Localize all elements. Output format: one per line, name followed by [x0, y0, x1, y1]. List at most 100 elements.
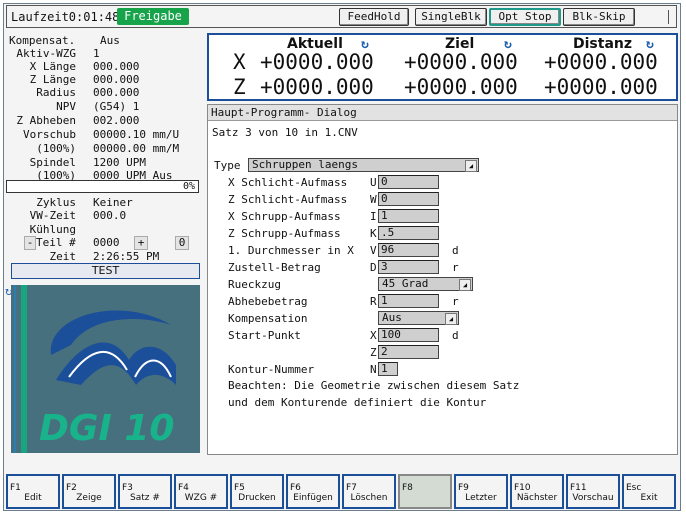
fkey-code: F11 — [570, 483, 587, 493]
z-schlicht-label: Z Schlicht-Aufmass — [228, 193, 348, 206]
z-laenge-value: 000.000 — [93, 73, 140, 86]
z-abheben-label: Z Abheben — [16, 114, 76, 127]
note-line-1: Beachten: Die Geometrie zwischen diesem … — [228, 379, 520, 392]
kompensation-select[interactable]: Aus ◢ — [378, 311, 459, 325]
radius-label: Radius — [36, 86, 76, 99]
f6-einfuegen-button[interactable]: F6 Einfügen — [286, 474, 340, 509]
teil-plus-button[interactable]: + — [134, 236, 148, 250]
teil-label: Teil # — [36, 236, 76, 249]
field-letter: W — [370, 193, 377, 206]
zyklus-value: Keiner — [93, 196, 133, 209]
fkey-code: F1 — [10, 483, 21, 493]
test-button[interactable]: TEST — [11, 263, 200, 279]
unit-label: d — [452, 329, 459, 342]
x-schrupp-label: X Schrupp-Aufmass — [228, 210, 341, 223]
fkey-label: Löschen — [350, 493, 388, 503]
vw-zeit-label: VW-Zeit — [29, 209, 76, 222]
z-ziel-value: +0000.000 — [404, 75, 518, 99]
teil-value: 0000 — [93, 236, 120, 249]
x-schlicht-input[interactable]: 0 — [378, 175, 439, 189]
f9-letzter-button[interactable]: F9 Letzter — [454, 474, 508, 509]
satz-info: Satz 3 von 10 in 1.CNV — [212, 126, 358, 139]
esc-exit-button[interactable]: Esc Exit — [622, 474, 676, 509]
f7-loeschen-button[interactable]: F7 Löschen — [342, 474, 396, 509]
fkey-code: F5 — [234, 483, 245, 493]
field-letter: K — [370, 227, 377, 240]
fkey-code: F9 — [458, 483, 469, 493]
radius-value: 000.000 — [93, 86, 140, 99]
f4-wzg-button[interactable]: F4 WZG # — [174, 474, 228, 509]
spindel-label: Spindel — [29, 156, 76, 169]
type-select[interactable]: Schruppen laengs ◢ — [248, 158, 479, 172]
durchmesser-input[interactable]: 96 — [378, 243, 439, 257]
kompensat-label: Kompensat. — [9, 34, 76, 47]
start-x-input[interactable]: 100 — [378, 328, 439, 342]
status-badge: Freigabe — [117, 8, 189, 25]
f3-satz-button[interactable]: F3 Satz # — [118, 474, 172, 509]
abhebe-input[interactable]: 1 — [378, 294, 439, 308]
aktiv-wzg-value: 1 — [93, 47, 100, 60]
fkey-label: Exit — [640, 493, 658, 503]
durchmesser-label: 1. Durchmesser in X — [228, 244, 354, 257]
f11-vorschau-button[interactable]: F11 Vorschau — [566, 474, 620, 509]
fkey-label: Zeige — [76, 493, 102, 503]
runtime-display: Laufzeit0:01:48 — [11, 10, 120, 24]
z-schlicht-input[interactable]: 0 — [378, 192, 439, 206]
f10-naechster-button[interactable]: F10 Nächster — [510, 474, 564, 509]
rueckzug-label: Rueckzug — [228, 278, 281, 291]
blk-skip-button[interactable]: Blk-Skip — [563, 8, 635, 26]
kompensation-label: Kompensation — [228, 312, 308, 325]
fkey-code: F4 — [178, 483, 189, 493]
aktiv-wzg-label: Aktiv-WZG — [16, 47, 76, 60]
fkey-label: Letzter — [465, 493, 497, 503]
f2-zeige-button[interactable]: F2 Zeige — [62, 474, 116, 509]
field-letter: D — [370, 261, 377, 274]
program-progress-bar: 0% — [6, 180, 199, 193]
program-dialog-panel: Haupt-Programm- Dialog Satz 3 von 10 in … — [207, 104, 678, 455]
rueckzug-select[interactable]: 45 Grad ◢ — [378, 277, 473, 291]
fkey-label: WZG # — [184, 493, 218, 503]
rueckzug-select-value: 45 Grad — [382, 277, 429, 290]
z-abheben-value: 002.000 — [93, 114, 140, 127]
type-label: Type — [214, 159, 241, 172]
type-select-value: Schruppen laengs — [252, 158, 358, 171]
kontur-input[interactable]: 1 — [378, 362, 398, 376]
x-laenge-value: 000.000 — [93, 60, 140, 73]
fkey-label: Edit — [24, 493, 42, 503]
zustell-label: Zustell-Betrag — [228, 261, 321, 274]
chevron-down-icon: ◢ — [459, 279, 471, 291]
x-aktuell-value: +0000.000 — [260, 50, 374, 74]
zustell-input[interactable]: 3 — [378, 260, 439, 274]
f5-drucken-button[interactable]: F5 Drucken — [230, 474, 284, 509]
feedhold-button[interactable]: FeedHold — [339, 8, 409, 26]
fkey-code: F10 — [514, 483, 531, 493]
fkey-label: Einfügen — [293, 493, 333, 503]
zyklus-label: Zyklus — [36, 196, 76, 209]
unit-label: r — [452, 261, 459, 274]
chevron-down-icon: ◢ — [445, 313, 457, 325]
z-aktuell-value: +0000.000 — [260, 75, 374, 99]
kompensation-select-value: Aus — [382, 311, 402, 324]
npv-value: (G54) 1 — [93, 100, 140, 113]
position-display: Aktuell ↻ Ziel ↻ Distanz ↻ X +0000.000 +… — [207, 33, 678, 101]
f1-edit-button[interactable]: F1 Edit — [6, 474, 60, 509]
teil-reset-button[interactable]: 0 — [175, 236, 189, 250]
axis-z-label: Z — [233, 75, 246, 99]
x-distanz-value: +0000.000 — [544, 50, 658, 74]
fkey-label: Vorschau — [572, 493, 614, 503]
opt-stop-button[interactable]: Opt Stop — [489, 8, 561, 26]
singleblk-button[interactable]: SingleBlk — [415, 8, 487, 26]
fkey-label: Satz # — [130, 493, 160, 503]
field-letter: X — [370, 329, 377, 342]
f8-button[interactable]: F8 — [398, 474, 452, 509]
zeit-label: Zeit — [49, 250, 77, 263]
start-z-input[interactable]: 2 — [378, 345, 439, 359]
progress-percent: 0% — [182, 181, 195, 192]
note-line-2: und dem Konturende definiert die Kontur — [228, 396, 487, 409]
spindel-value: 1200 UPM — [93, 156, 146, 169]
x-schrupp-input[interactable]: 1 — [378, 209, 439, 223]
z-schrupp-input[interactable]: .5 — [378, 226, 439, 240]
vorschub-override-label: (100%) — [36, 142, 76, 155]
fkey-code: F8 — [402, 483, 413, 493]
teil-minus-button[interactable]: - — [24, 236, 36, 250]
